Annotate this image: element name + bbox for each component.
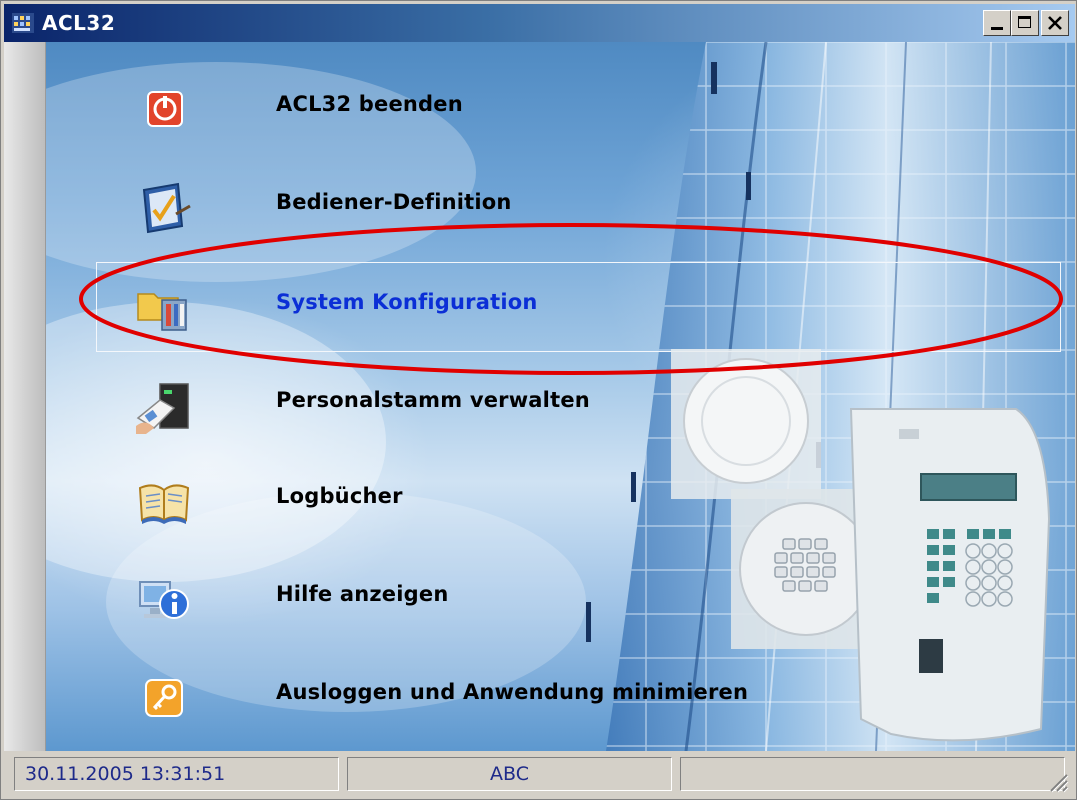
folder-config-icon bbox=[137, 293, 187, 331]
power-icon bbox=[147, 91, 183, 127]
book-icon bbox=[138, 484, 190, 524]
menu-item-label: Personalstamm verwalten bbox=[276, 388, 590, 412]
minimize-icon bbox=[991, 27, 1003, 30]
menu-item-operator-definition[interactable]: Bediener-Definition bbox=[46, 162, 1056, 254]
key-icon bbox=[145, 679, 183, 717]
maximize-button[interactable] bbox=[1011, 10, 1039, 36]
left-sidebar-strip bbox=[4, 42, 46, 751]
status-user: ABC bbox=[347, 757, 672, 791]
window-title: ACL32 bbox=[42, 11, 116, 35]
status-datetime: 30.11.2005 13:31:51 bbox=[14, 757, 339, 791]
close-button[interactable] bbox=[1041, 10, 1069, 36]
resize-grip-icon[interactable] bbox=[1047, 771, 1069, 793]
menu-item-label: System Konfiguration bbox=[276, 290, 538, 314]
menu-item-exit[interactable]: ACL32 beenden bbox=[46, 64, 1056, 156]
status-panel-empty bbox=[680, 757, 1065, 791]
menu-item-label: Logbücher bbox=[276, 484, 403, 508]
app-icon bbox=[12, 13, 34, 33]
menu-item-label: Hilfe anzeigen bbox=[276, 582, 449, 606]
status-bar: 30.11.2005 13:31:51 ABC bbox=[4, 753, 1075, 797]
menu-item-label: Bediener-Definition bbox=[276, 190, 512, 214]
main-menu-panel: ACL32 beenden Bediener-Definition System bbox=[46, 42, 1075, 751]
card-reader-icon bbox=[136, 383, 189, 434]
app-window: ACL32 ACL32 beenden Bediener-Definition … bbox=[0, 0, 1077, 800]
access-control-device-illustration bbox=[671, 349, 1051, 742]
info-icon bbox=[139, 581, 189, 619]
maximize-icon bbox=[1018, 16, 1031, 28]
menu-item-label: ACL32 beenden bbox=[276, 92, 463, 116]
title-bar[interactable]: ACL32 bbox=[4, 4, 1075, 42]
minimize-button[interactable] bbox=[983, 10, 1011, 36]
checklist-icon bbox=[142, 182, 191, 234]
close-icon bbox=[1048, 16, 1062, 30]
